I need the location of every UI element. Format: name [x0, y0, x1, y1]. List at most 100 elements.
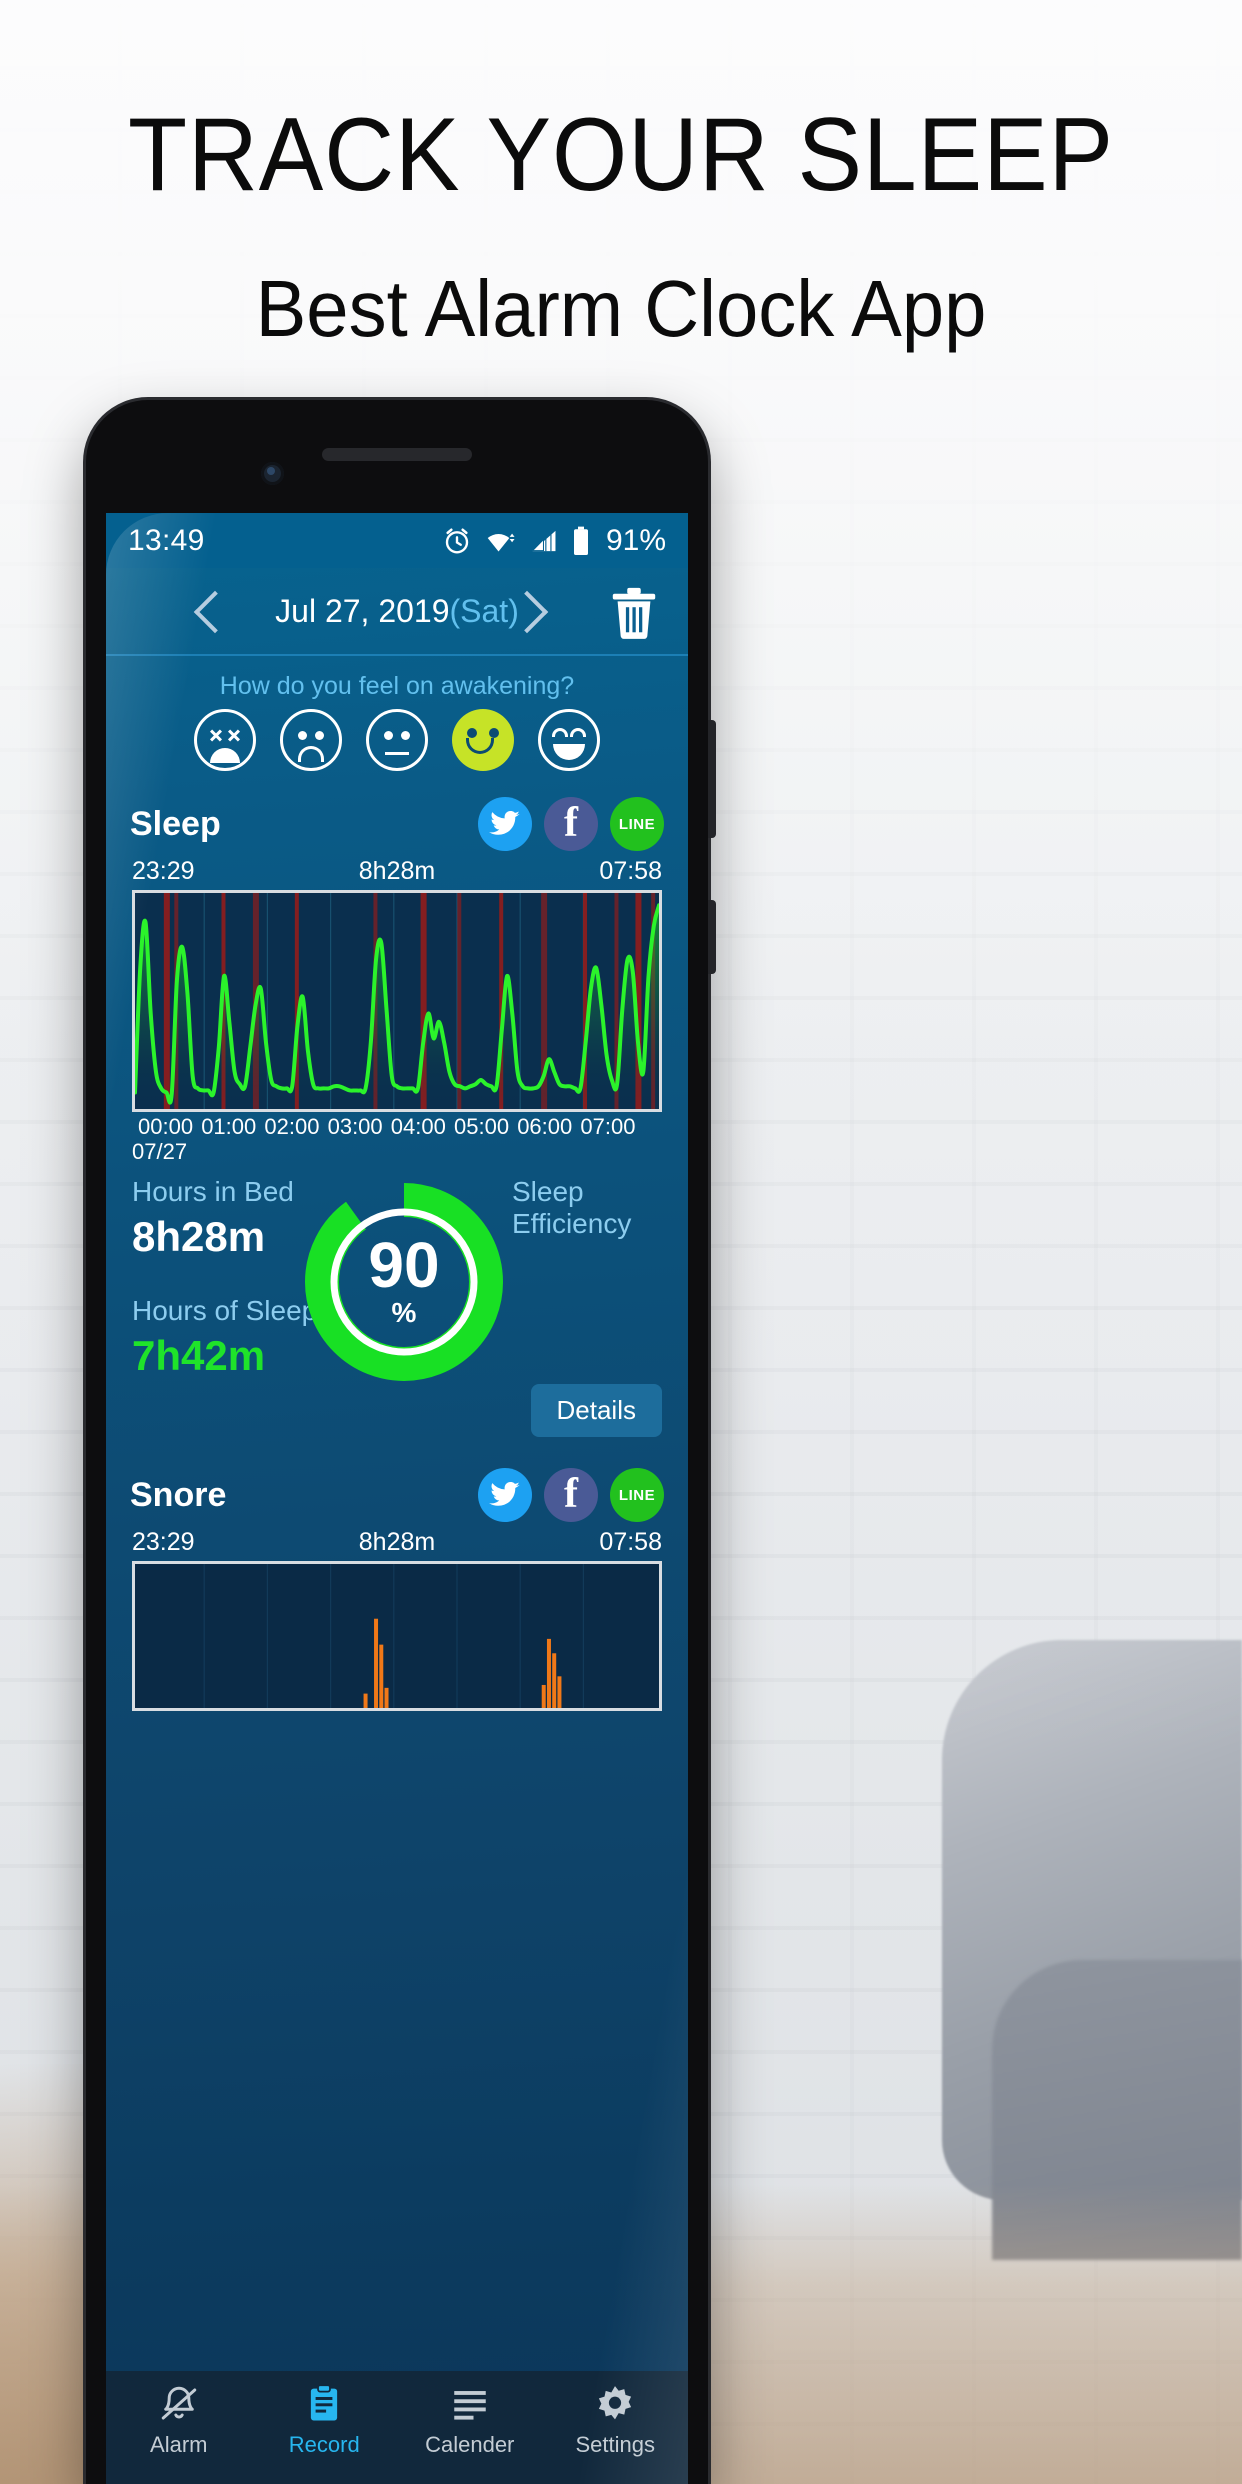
xtick-2: 02:00 [264, 1114, 320, 1139]
eye-right-icon [401, 731, 410, 740]
efficiency-value: 90 [368, 1228, 440, 1301]
eye-left-icon [467, 728, 477, 738]
sleep-chart[interactable] [132, 890, 662, 1112]
sleep-chart-xaxis: 07/27 00:00 01:00 02:00 03:00 04:00 05:00 06:0… [106, 1112, 688, 1164]
hours-of-sleep-value: 7h42m [132, 1332, 266, 1380]
efficiency-unit: % [391, 1297, 417, 1329]
snore-section-title: Snore [130, 1475, 227, 1514]
snore-share-line-button[interactable]: LINE [610, 1468, 664, 1522]
bottom-navigation: Alarm Record Calender Settings [106, 2371, 688, 2484]
xtick-7: 07:00 [580, 1114, 636, 1139]
date-label: Jul 27, 2019 [275, 592, 450, 629]
facebook-icon: f [564, 1470, 578, 1517]
sleep-chart-labels: 23:29 8h28m 07:58 [106, 851, 688, 890]
share-line-button[interactable]: LINE [610, 797, 664, 851]
mood-option-dead-face[interactable] [194, 709, 256, 771]
battery-icon [573, 526, 588, 555]
eye-left-icon [384, 731, 393, 740]
sleep-efficiency-label-line2: Efficiency [512, 1208, 632, 1240]
hours-of-sleep-stat: Hours of Sleep 7h42m [132, 1295, 317, 1379]
hours-in-bed-label: Hours in Bed [132, 1176, 294, 1207]
signal-icon [532, 530, 556, 551]
details-button[interactable]: Details [530, 1384, 662, 1437]
line-icon: LINE [618, 1486, 656, 1504]
status-time: 13:49 [128, 523, 205, 557]
hours-of-sleep-label: Hours of Sleep [132, 1295, 318, 1326]
mood-option-sad-face[interactable] [280, 709, 342, 771]
nav-label-settings: Settings [575, 2432, 656, 2457]
nav-item-calender[interactable]: Calender [397, 2383, 543, 2458]
eye-left-icon [298, 731, 307, 740]
share-facebook-button[interactable]: f [544, 797, 598, 851]
date-navigation-bar: Jul 27, 2019(Sat) [106, 568, 688, 656]
nav-label-calender: Calender [425, 2432, 515, 2457]
xtick-5: 05:00 [454, 1114, 510, 1139]
current-date[interactable]: Jul 27, 2019(Sat) [275, 593, 519, 630]
mood-option-neutral-face[interactable] [366, 709, 428, 771]
xtick-0: 00:00 [138, 1114, 194, 1139]
frown-mouth-icon [298, 746, 324, 762]
nav-label-record: Record [288, 2432, 360, 2457]
snore-share-facebook-button[interactable]: f [544, 1468, 598, 1522]
sleep-efficiency-label-line1: Sleep [512, 1176, 584, 1207]
gear-icon [599, 2386, 632, 2420]
app-content: Jul 27, 2019(Sat) How do you feel on awa… [106, 568, 688, 2484]
xtick-6: 06:00 [517, 1114, 573, 1139]
sleep-chart-container [106, 890, 688, 1112]
promo-subheadline: Best Alarm Clock App [255, 264, 987, 353]
status-icons: 91% [442, 524, 666, 558]
alarm-icon [445, 528, 469, 553]
eye-right-icon [489, 728, 499, 738]
wifi-icon [487, 533, 515, 551]
snore-end-time: 07:58 [599, 1528, 662, 1556]
trash-icon[interactable] [608, 586, 660, 640]
phone-front-camera [261, 462, 284, 485]
xtick-3: 03:00 [327, 1114, 383, 1139]
snore-share-twitter-button[interactable] [478, 1468, 532, 1522]
promo-headline: TRACK YOUR SLEEP [128, 97, 1114, 213]
promo-text-block: TRACK YOUR SLEEP Best Alarm Clock App [0, 0, 1242, 349]
sleep-share-buttons: f LINE [478, 797, 664, 851]
chevron-left-icon[interactable] [193, 590, 237, 634]
share-twitter-button[interactable] [478, 797, 532, 851]
phone-mockup: 13:49 91% Jul 27, 2019(Sat) How do you f… [86, 400, 716, 2484]
closed-eye-right-icon [570, 728, 586, 737]
snore-chart-container [106, 1561, 688, 1711]
phone-volume-button [708, 900, 716, 974]
nav-item-alarm[interactable]: Alarm [106, 2383, 252, 2458]
smile-mouth-icon [466, 738, 494, 754]
list-icon [454, 2391, 486, 2420]
nav-item-settings[interactable]: Settings [543, 2383, 689, 2458]
battery-percent: 91% [605, 523, 666, 557]
snore-share-buttons: f LINE [478, 1468, 664, 1522]
clipboard-icon [311, 2384, 338, 2421]
snore-section-header: Snore f LINE [106, 1458, 688, 1522]
status-bar: 13:49 91% [106, 513, 688, 568]
open-mouth-icon [553, 744, 585, 760]
mood-option-laughing-face[interactable] [538, 709, 600, 771]
sleep-section-title: Sleep [130, 804, 221, 843]
facebook-icon: f [564, 799, 578, 846]
sleep-section-header: Sleep f LINE [106, 787, 688, 851]
efficiency-value-group: 90 % [304, 1182, 504, 1382]
phone-screen: 13:49 91% Jul 27, 2019(Sat) How do you f… [106, 513, 688, 2484]
sleep-start-time: 23:29 [132, 857, 195, 885]
phone-earpiece [322, 448, 472, 461]
snore-chart[interactable] [132, 1561, 662, 1711]
snore-duration: 8h28m [358, 1528, 436, 1556]
flat-mouth-icon [385, 752, 409, 755]
mood-question: How do you feel on awakening? [219, 672, 575, 700]
bell-icon [161, 2386, 196, 2420]
phone-power-button [708, 720, 716, 838]
sleep-duration: 8h28m [358, 857, 436, 885]
nav-label-alarm: Alarm [150, 2432, 208, 2457]
nav-item-record[interactable]: Record [252, 2383, 398, 2458]
mood-option-happy-face-selected[interactable] [452, 709, 514, 771]
hours-in-bed-value: 8h28m [132, 1213, 266, 1261]
twitter-icon [489, 1481, 520, 1506]
frown-mouth-icon [210, 748, 240, 763]
xtick-4: 04:00 [390, 1114, 446, 1139]
x-eye-left-icon [209, 728, 223, 742]
snore-start-time: 23:29 [132, 1528, 195, 1556]
line-icon: LINE [618, 815, 656, 833]
